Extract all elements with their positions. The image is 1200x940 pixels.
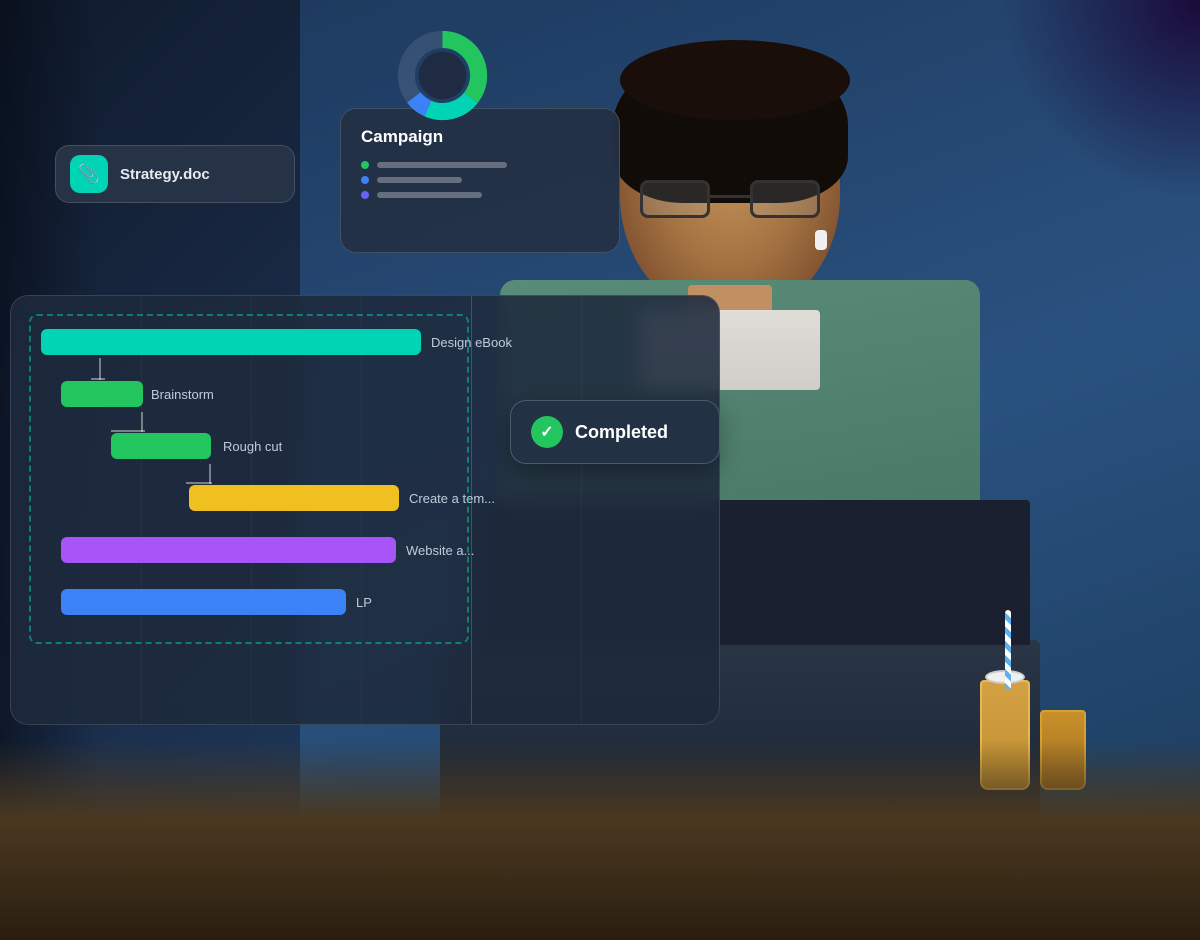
campaign-bar-2: [377, 177, 462, 183]
campaign-title: Campaign: [361, 127, 599, 147]
ui-overlay: 📎 Strategy.doc Campaign: [0, 0, 1200, 940]
campaign-dot-3: [361, 191, 369, 199]
gantt-card[interactable]: Design eBook Brainstorm Rough cut Create…: [10, 295, 720, 725]
campaign-dot-1: [361, 161, 369, 169]
campaign-row-3: [361, 191, 599, 199]
campaign-row-1: [361, 161, 599, 169]
completed-label: Completed: [575, 422, 668, 443]
campaign-bar-1: [377, 162, 507, 168]
campaign-bar-3: [377, 192, 482, 198]
campaign-dot-2: [361, 176, 369, 184]
strategy-card[interactable]: 📎 Strategy.doc: [55, 145, 295, 203]
donut-chart: [395, 28, 490, 123]
gantt-selection-box: [29, 314, 469, 644]
campaign-row-2: [361, 176, 599, 184]
strategy-icon: 📎: [70, 155, 108, 193]
completed-badge[interactable]: ✓ Completed: [510, 400, 720, 464]
completed-check-icon: ✓: [531, 416, 563, 448]
strategy-label: Strategy.doc: [120, 166, 210, 183]
campaign-card[interactable]: Campaign: [340, 108, 620, 253]
